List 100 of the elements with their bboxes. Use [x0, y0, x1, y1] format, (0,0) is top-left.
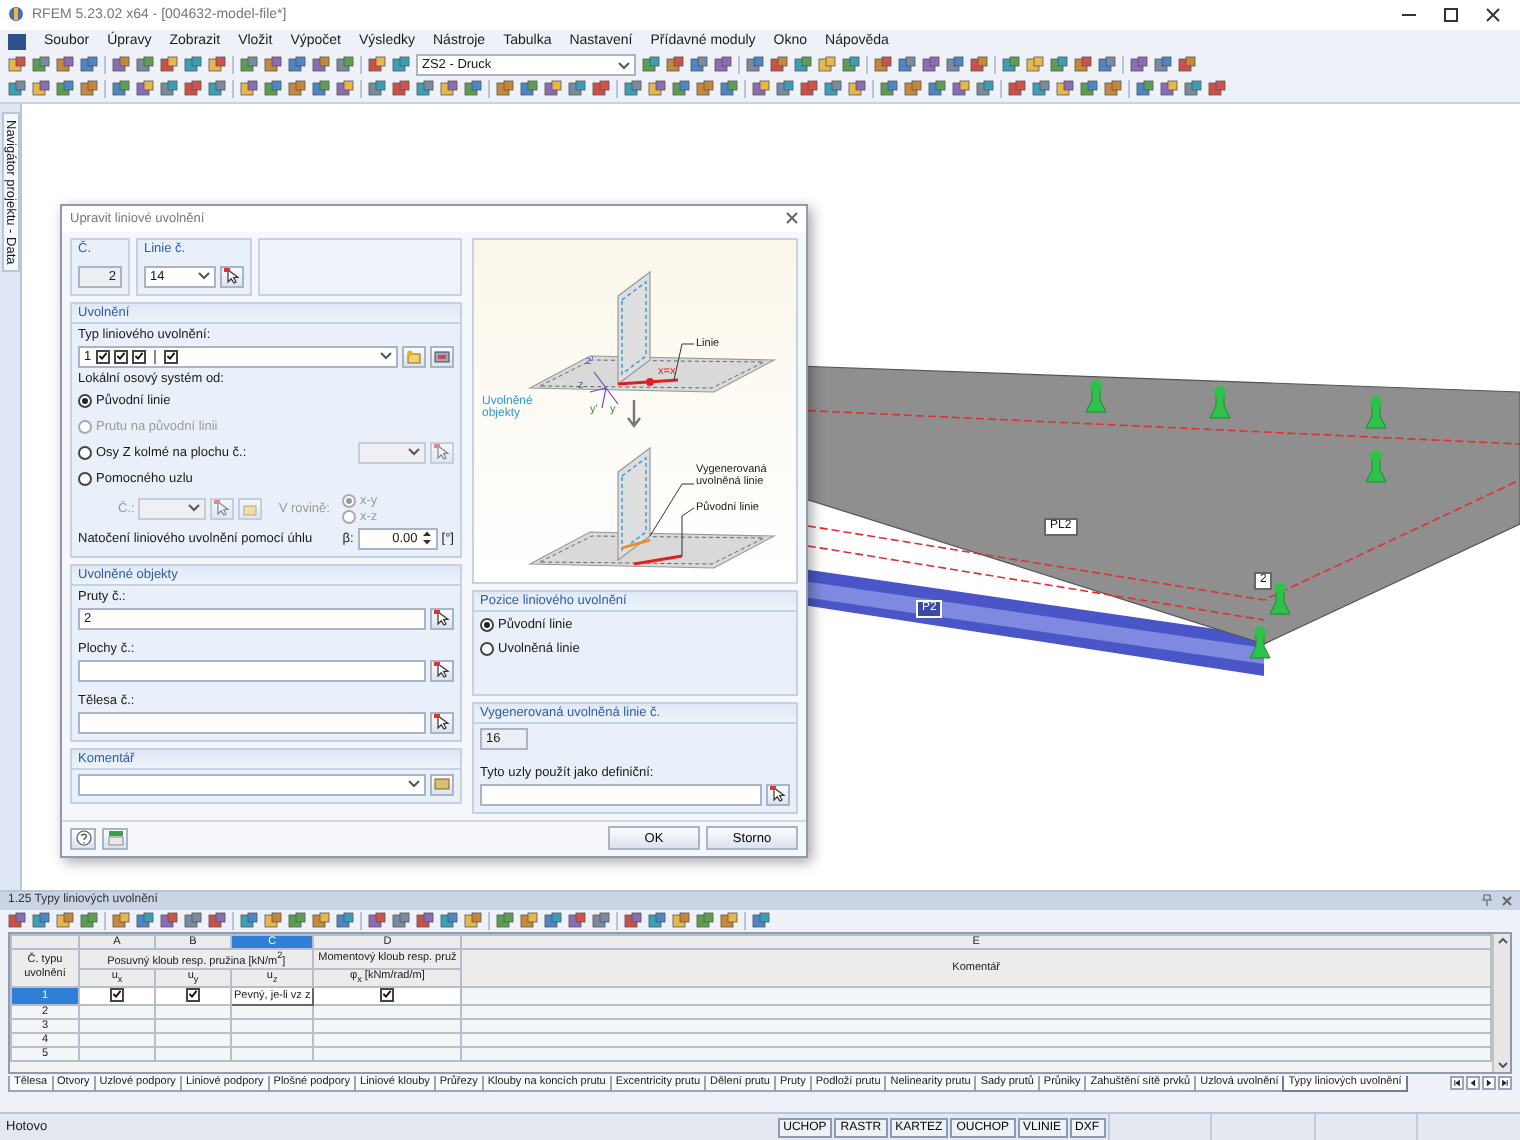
- last-sheet-icon[interactable]: [1498, 1076, 1512, 1091]
- toolbar-icon[interactable]: [696, 911, 714, 930]
- toolbar-icon[interactable]: [976, 80, 994, 99]
- toolbar-icon[interactable]: [336, 56, 354, 75]
- toolbar-icon[interactable]: [1184, 80, 1202, 99]
- toolbar-icon[interactable]: [208, 80, 226, 99]
- toolbar-icon[interactable]: [848, 80, 866, 99]
- toolbar-icon[interactable]: [1154, 56, 1172, 75]
- toolbar-icon[interactable]: [928, 80, 946, 99]
- toolbar-icon[interactable]: [240, 56, 258, 75]
- previous-sheet-icon[interactable]: [1466, 1076, 1480, 1091]
- toolbar-icon[interactable]: [1178, 56, 1196, 75]
- toolbar-icon[interactable]: [1160, 80, 1178, 99]
- toolbar-icon[interactable]: [416, 80, 434, 99]
- toolbar-icon[interactable]: [824, 80, 842, 99]
- next-sheet-icon[interactable]: [1482, 1076, 1496, 1091]
- toolbar-icon[interactable]: [80, 80, 98, 99]
- toolbar-icon[interactable]: [752, 80, 770, 99]
- toolbar-icon[interactable]: [520, 911, 538, 930]
- toolbar-icon[interactable]: [160, 911, 178, 930]
- toolbar-icon[interactable]: [818, 56, 836, 75]
- first-sheet-icon[interactable]: [1450, 1076, 1464, 1091]
- toolbar-icon[interactable]: [264, 56, 282, 75]
- toolbar-icon[interactable]: [8, 80, 26, 99]
- toolbar-icon[interactable]: [1008, 80, 1026, 99]
- toolbar-icon[interactable]: [8, 56, 26, 75]
- toolbar-icon[interactable]: [1098, 56, 1116, 75]
- toolbar-icon[interactable]: [568, 80, 586, 99]
- toolbar-icon[interactable]: [800, 80, 818, 99]
- toolbar-icon[interactable]: [32, 80, 50, 99]
- toolbar-icon[interactable]: [112, 80, 130, 99]
- toolbar-icon[interactable]: [672, 911, 690, 930]
- toolbar-icon[interactable]: [842, 56, 860, 75]
- toolbar-icon[interactable]: [8, 911, 26, 930]
- toolbar-icon[interactable]: [1002, 56, 1020, 75]
- toolbar-icon[interactable]: [642, 56, 660, 75]
- toolbar-icon[interactable]: [112, 911, 130, 930]
- edit-type-button[interactable]: [430, 345, 454, 368]
- pick-button[interactable]: [430, 659, 454, 682]
- toolbar-icon[interactable]: [752, 911, 770, 930]
- toolbar-icon[interactable]: [544, 80, 562, 99]
- toolbar-icon[interactable]: [624, 80, 642, 99]
- toolbar-icon[interactable]: [1056, 80, 1074, 99]
- toolbar-icon[interactable]: [880, 80, 898, 99]
- toolbar-icon[interactable]: [208, 911, 226, 930]
- toolbar-icon[interactable]: [1080, 80, 1098, 99]
- toolbar-icon[interactable]: [160, 56, 178, 75]
- close-icon[interactable]: [786, 212, 798, 225]
- toolbar-icon[interactable]: [32, 911, 50, 930]
- toolbar-icon[interactable]: [496, 80, 514, 99]
- toolbar-icon[interactable]: [1208, 80, 1226, 99]
- toolbar-icon[interactable]: [416, 911, 434, 930]
- toolbar-icon[interactable]: [648, 80, 666, 99]
- toolbar-icon[interactable]: [1136, 80, 1154, 99]
- comment-button[interactable]: [430, 773, 454, 796]
- toolbar-icon[interactable]: [136, 80, 154, 99]
- toolbar-icon[interactable]: [970, 56, 988, 75]
- toolbar-icon[interactable]: [696, 80, 714, 99]
- pin-icon[interactable]: [1482, 894, 1492, 907]
- radio-button[interactable]: [78, 393, 92, 408]
- toolbar-icon[interactable]: [312, 80, 330, 99]
- toolbar-icon[interactable]: [794, 56, 812, 75]
- pick-button[interactable]: [766, 783, 790, 806]
- maximize-icon[interactable]: [1444, 7, 1458, 22]
- toolbar-icon[interactable]: [922, 56, 940, 75]
- toolbar-icon[interactable]: [464, 911, 482, 930]
- toolbar-icon[interactable]: [32, 56, 50, 75]
- toolbar-icon[interactable]: [520, 80, 538, 99]
- input-field[interactable]: [78, 711, 426, 734]
- node-dropdown[interactable]: [138, 497, 207, 520]
- toolbar-icon[interactable]: [898, 56, 916, 75]
- checkbox[interactable]: [95, 349, 110, 364]
- toolbar-icon[interactable]: [112, 56, 130, 75]
- checkbox[interactable]: [131, 349, 146, 364]
- toolbar-icon[interactable]: [80, 911, 98, 930]
- toolbar-icon[interactable]: [288, 911, 306, 930]
- toolbar-icon[interactable]: [264, 80, 282, 99]
- toolbar-icon[interactable]: [264, 911, 282, 930]
- input-field[interactable]: [480, 783, 762, 806]
- toolbar-icon[interactable]: [874, 56, 892, 75]
- toolbar-icon[interactable]: [184, 911, 202, 930]
- pick-button[interactable]: [220, 265, 244, 288]
- toolbar-icon[interactable]: [544, 911, 562, 930]
- toolbar-icon[interactable]: [160, 80, 178, 99]
- toolbar-icon[interactable]: [184, 56, 202, 75]
- close-icon[interactable]: [1486, 7, 1500, 22]
- toolbar-icon[interactable]: [80, 56, 98, 75]
- toolbar-icon[interactable]: [368, 911, 386, 930]
- toolbar-icon[interactable]: [690, 56, 708, 75]
- toolbar-icon[interactable]: [56, 56, 74, 75]
- toolbar-icon[interactable]: [368, 80, 386, 99]
- toolbar-icon[interactable]: [1050, 56, 1068, 75]
- toolbar-icon[interactable]: [312, 911, 330, 930]
- toolbar-icon[interactable]: [746, 56, 764, 75]
- toolbar-icon[interactable]: [240, 911, 258, 930]
- toolbar-icon[interactable]: [952, 80, 970, 99]
- toolbar-icon[interactable]: [312, 56, 330, 75]
- toolbar-icon[interactable]: [1026, 56, 1044, 75]
- input-field[interactable]: [78, 659, 426, 682]
- toolbar-icon[interactable]: [464, 80, 482, 99]
